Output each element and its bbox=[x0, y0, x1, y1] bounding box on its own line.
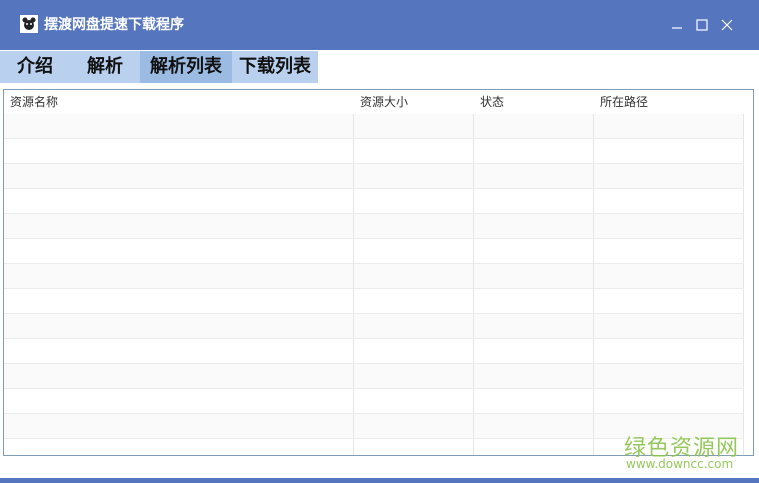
table-cell-empty bbox=[354, 264, 474, 288]
table-cell-empty bbox=[474, 439, 594, 455]
table-row-empty bbox=[4, 139, 744, 164]
table-cell-empty bbox=[474, 114, 594, 138]
minimize-button[interactable] bbox=[669, 17, 685, 33]
table-cell-empty bbox=[594, 339, 744, 363]
table-cell-empty bbox=[354, 189, 474, 213]
table-row-empty bbox=[4, 314, 744, 339]
tab-parse-list[interactable]: 解析列表 bbox=[140, 51, 232, 83]
table-cell-empty bbox=[4, 239, 354, 263]
tab-download-list[interactable]: 下载列表 bbox=[232, 51, 318, 83]
table-cell-empty bbox=[4, 339, 354, 363]
table-cell-empty bbox=[594, 264, 744, 288]
app-logo-icon bbox=[20, 15, 38, 33]
table-cell-empty bbox=[594, 289, 744, 313]
table-cell-empty bbox=[474, 214, 594, 238]
table-cell-empty bbox=[594, 139, 744, 163]
table-row-empty bbox=[4, 164, 744, 189]
table-cell-empty bbox=[354, 364, 474, 388]
minimize-icon bbox=[672, 27, 682, 29]
table-header: 资源名称 资源大小 状态 所在路径 bbox=[4, 90, 753, 114]
table-cell-empty bbox=[594, 164, 744, 188]
table-cell-empty bbox=[354, 289, 474, 313]
table-cell-empty bbox=[594, 239, 744, 263]
watermark-url: www.downcc.com bbox=[626, 457, 734, 471]
table-cell-empty bbox=[4, 189, 354, 213]
table-row-empty bbox=[4, 389, 744, 414]
table-cell-empty bbox=[4, 389, 354, 413]
table-cell-empty bbox=[594, 364, 744, 388]
table-cell-empty bbox=[594, 114, 744, 138]
maximize-icon bbox=[696, 19, 708, 31]
tab-intro[interactable]: 介绍 bbox=[0, 51, 70, 83]
table-cell-empty bbox=[474, 264, 594, 288]
table-cell-empty bbox=[354, 439, 474, 455]
close-button[interactable] bbox=[719, 17, 735, 33]
table-cell-empty bbox=[354, 314, 474, 338]
table-row-empty bbox=[4, 364, 744, 389]
table-cell-empty bbox=[4, 289, 354, 313]
table-cell-empty bbox=[354, 239, 474, 263]
table-cell-empty bbox=[474, 164, 594, 188]
table-cell-empty bbox=[474, 289, 594, 313]
table-cell-empty bbox=[4, 139, 354, 163]
tab-parse[interactable]: 解析 bbox=[70, 51, 140, 83]
table-cell-empty bbox=[474, 189, 594, 213]
close-icon bbox=[721, 19, 733, 31]
table-cell-empty bbox=[474, 339, 594, 363]
table-cell-empty bbox=[4, 439, 354, 455]
column-header-path[interactable]: 所在路径 bbox=[594, 90, 744, 114]
table-row-empty bbox=[4, 289, 744, 314]
table-cell-empty bbox=[4, 264, 354, 288]
table-cell-empty bbox=[354, 164, 474, 188]
table-cell-empty bbox=[4, 364, 354, 388]
column-header-size[interactable]: 资源大小 bbox=[354, 90, 474, 114]
table-row-empty bbox=[4, 339, 744, 364]
table-cell-empty bbox=[474, 139, 594, 163]
column-header-status[interactable]: 状态 bbox=[474, 90, 594, 114]
table-cell-empty bbox=[594, 389, 744, 413]
table-cell-empty bbox=[354, 389, 474, 413]
table-row-empty bbox=[4, 114, 744, 139]
table-cell-empty bbox=[4, 214, 354, 238]
table-cell-empty bbox=[594, 214, 744, 238]
table-cell-empty bbox=[594, 314, 744, 338]
table-cell-empty bbox=[354, 339, 474, 363]
table-cell-empty bbox=[354, 114, 474, 138]
table-cell-empty bbox=[474, 364, 594, 388]
table-cell-empty bbox=[474, 414, 594, 438]
table-cell-empty bbox=[4, 414, 354, 438]
table-cell-empty bbox=[474, 389, 594, 413]
table-cell-empty bbox=[354, 139, 474, 163]
table-cell-empty bbox=[354, 414, 474, 438]
window-bottom-border bbox=[0, 478, 759, 483]
table-cell-empty bbox=[474, 314, 594, 338]
table-row-empty bbox=[4, 214, 744, 239]
table-cell-empty bbox=[4, 314, 354, 338]
parse-list-table[interactable]: 资源名称 资源大小 状态 所在路径 bbox=[3, 89, 754, 456]
table-cell-empty bbox=[354, 214, 474, 238]
window-title: 摆渡网盘提速下载程序 bbox=[44, 17, 184, 33]
table-cell-empty bbox=[474, 239, 594, 263]
table-cell-empty bbox=[594, 189, 744, 213]
title-bar: 摆渡网盘提速下载程序 bbox=[0, 0, 759, 50]
column-header-name[interactable]: 资源名称 bbox=[4, 90, 354, 114]
table-row-empty bbox=[4, 189, 744, 214]
table-row-empty bbox=[4, 239, 744, 264]
table-cell-empty bbox=[4, 114, 354, 138]
tab-strip: 介绍 解析 解析列表 下载列表 bbox=[0, 50, 759, 85]
table-cell-empty bbox=[4, 164, 354, 188]
table-row-empty bbox=[4, 264, 744, 289]
maximize-button[interactable] bbox=[694, 17, 710, 33]
